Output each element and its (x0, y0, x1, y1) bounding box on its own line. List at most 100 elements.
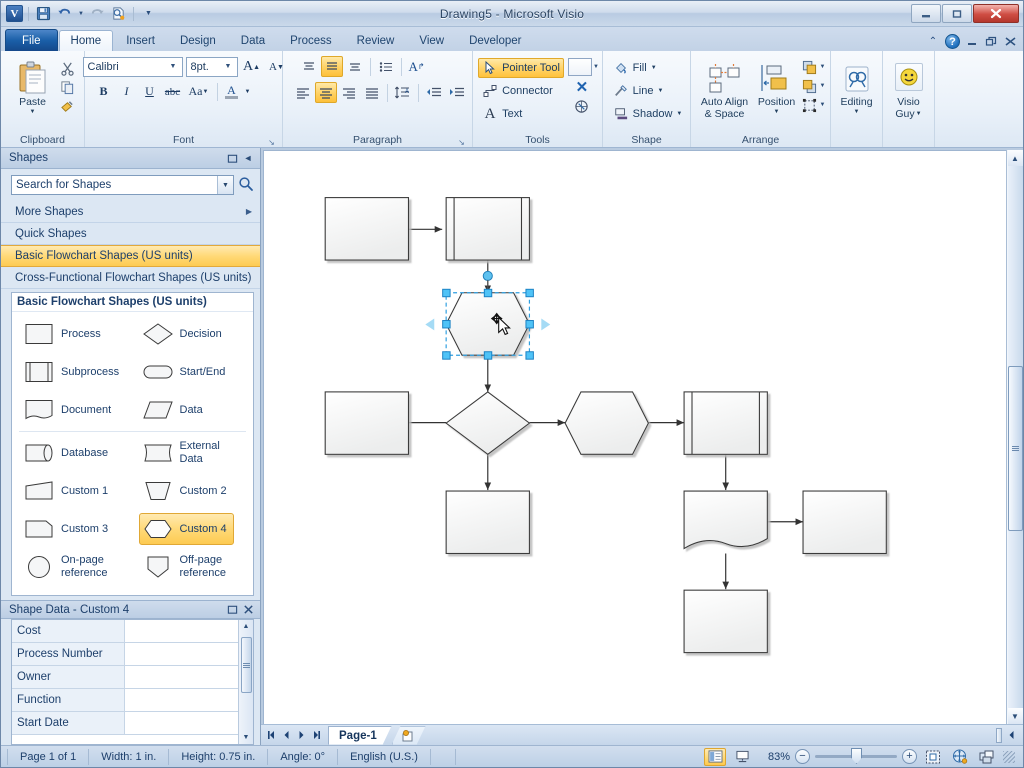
master-custom-4[interactable]: Custom 4 (133, 510, 252, 548)
quick-shapes-dropdown-icon[interactable]: ▼ (593, 64, 599, 70)
vertical-scroll-thumb[interactable] (1007, 366, 1023, 531)
bullets-button[interactable] (375, 56, 397, 77)
send-backward-icon[interactable] (802, 78, 818, 94)
align-middle-button[interactable] (320, 56, 343, 77)
pointer-tool-button[interactable]: Pointer Tool (478, 58, 564, 78)
shape-data-scroll-thumb[interactable] (240, 637, 252, 693)
switch-windows-button[interactable] (976, 748, 998, 766)
next-page-button[interactable] (294, 727, 309, 744)
editing-button[interactable]: Editing ▼ (834, 56, 880, 116)
tab-design[interactable]: Design (168, 30, 228, 51)
font-family-dropdown-icon[interactable]: ▼ (167, 58, 180, 76)
canvas-vertical-scrollbar[interactable]: ▲ ▼ (1006, 150, 1023, 724)
shape-data-value[interactable] (125, 689, 238, 711)
text-direction-button[interactable]: A ↱ (406, 56, 428, 77)
node-process-2[interactable] (324, 391, 410, 455)
visio-guy-dropdown-arrow[interactable]: ▼ (916, 111, 922, 117)
change-case-button[interactable]: Aa ▼ (185, 81, 213, 102)
node-subprocess-2[interactable] (683, 391, 768, 455)
copy-icon[interactable] (60, 79, 76, 95)
document-restore-icon[interactable] (984, 35, 998, 49)
node-process-5[interactable] (683, 589, 768, 654)
split-handle[interactable] (996, 727, 1002, 743)
paste-dropdown-arrow[interactable]: ▼ (30, 108, 36, 116)
node-decision[interactable] (445, 391, 531, 456)
cut-icon[interactable] (60, 60, 76, 76)
auto-connect-left-arrow[interactable] (425, 318, 435, 331)
bold-button[interactable]: B (93, 81, 115, 102)
paste-button[interactable]: Paste ▼ (10, 56, 56, 116)
delete-icon[interactable]: ✕ (574, 79, 590, 96)
connector-tool-button[interactable]: Connector (478, 81, 564, 101)
paragraph-dialog-launcher[interactable]: ↘ (457, 138, 466, 147)
line-spacing-button[interactable]: A (392, 82, 414, 103)
fill-dropdown-icon[interactable]: ▼ (651, 65, 657, 71)
shape-data-close-icon[interactable] (240, 602, 256, 618)
search-dropdown-icon[interactable]: ▼ (217, 176, 233, 194)
master-data[interactable]: Data (133, 391, 252, 429)
bring-forward-icon[interactable] (802, 59, 818, 75)
increase-indent-button[interactable] (446, 82, 468, 103)
shape-data-value[interactable] (125, 643, 238, 665)
master-external-data[interactable]: External Data (133, 434, 252, 472)
master-off-page-reference[interactable]: Off-page reference (133, 548, 252, 586)
search-input[interactable]: Search for Shapes ▼ (11, 175, 234, 195)
master-custom-3[interactable]: Custom 3 (14, 510, 133, 548)
tab-process[interactable]: Process (278, 30, 344, 51)
master-subprocess[interactable]: Subprocess (14, 353, 133, 391)
justify-button[interactable] (361, 82, 383, 103)
shape-data-value[interactable] (125, 666, 238, 688)
group-dropdown-icon[interactable]: ▼ (820, 102, 826, 108)
resize-grip-icon[interactable] (1003, 750, 1015, 763)
editing-dropdown-arrow[interactable]: ▼ (854, 108, 860, 116)
line-button[interactable]: Line ▼ (609, 81, 687, 101)
auto-connect-right-arrow[interactable] (541, 318, 551, 331)
insert-page-button[interactable] (392, 726, 426, 745)
font-size-dropdown-icon[interactable]: ▼ (222, 58, 235, 76)
master-decision[interactable]: Decision (133, 315, 252, 353)
shapes-panel-collapse-icon[interactable]: ◄ (240, 150, 256, 166)
strikethrough-button[interactable]: abc (162, 81, 184, 102)
shape-data-row[interactable]: Start Date (12, 712, 238, 735)
master-process[interactable]: Process (14, 315, 133, 353)
font-dialog-launcher[interactable]: ↘ (267, 138, 276, 147)
font-family-input[interactable]: Calibri ▼ (82, 56, 183, 77)
vertical-scroll-track[interactable] (1007, 166, 1023, 708)
last-page-button[interactable] (309, 727, 324, 744)
shape-data-scrollbar[interactable]: ▲ ▼ (238, 620, 253, 744)
auto-align-space-button[interactable]: Auto Align & Space (696, 56, 754, 120)
shapes-panel-restore-icon[interactable] (224, 150, 240, 166)
master-start-end[interactable]: Start/End (133, 353, 252, 391)
node-subprocess-1[interactable] (445, 197, 530, 261)
italic-button[interactable]: I (116, 81, 138, 102)
format-painter-icon[interactable] (60, 98, 76, 114)
shape-data-value[interactable] (125, 712, 238, 734)
tab-data[interactable]: Data (229, 30, 277, 51)
tab-review[interactable]: Review (345, 30, 407, 51)
zoom-slider-track[interactable] (815, 748, 897, 764)
node-process-4[interactable] (802, 490, 887, 555)
scroll-up-icon[interactable]: ▲ (240, 620, 253, 633)
node-process-3[interactable] (445, 490, 530, 555)
status-language[interactable]: English (U.S.) (338, 748, 431, 765)
node-hexagon-2[interactable] (564, 391, 649, 455)
stencil-cross-functional[interactable]: Cross-Functional Flowchart Shapes (US un… (1, 267, 260, 289)
scroll-down-icon[interactable]: ▼ (1007, 708, 1023, 724)
tab-file[interactable]: File (5, 29, 58, 51)
node-document[interactable] (683, 490, 768, 550)
help-icon[interactable]: ? (945, 34, 960, 49)
align-left-button[interactable] (292, 82, 314, 103)
pan-zoom-icon[interactable] (574, 98, 590, 114)
zoom-percentage[interactable]: 83% (758, 751, 790, 763)
pan-zoom-window-button[interactable] (949, 748, 971, 766)
underline-button[interactable]: U (139, 81, 161, 102)
zoom-out-button[interactable]: − (795, 749, 810, 764)
fit-page-button[interactable] (922, 748, 944, 766)
macro-recording-icon[interactable] (431, 748, 456, 765)
align-center-button[interactable] (314, 82, 337, 103)
search-icon[interactable] (238, 176, 254, 195)
font-color-dropdown-icon[interactable]: ▼ (243, 81, 253, 102)
fill-button[interactable]: Fill ▼ (609, 58, 687, 78)
full-screen-button[interactable] (731, 748, 753, 766)
tab-developer[interactable]: Developer (457, 30, 533, 51)
